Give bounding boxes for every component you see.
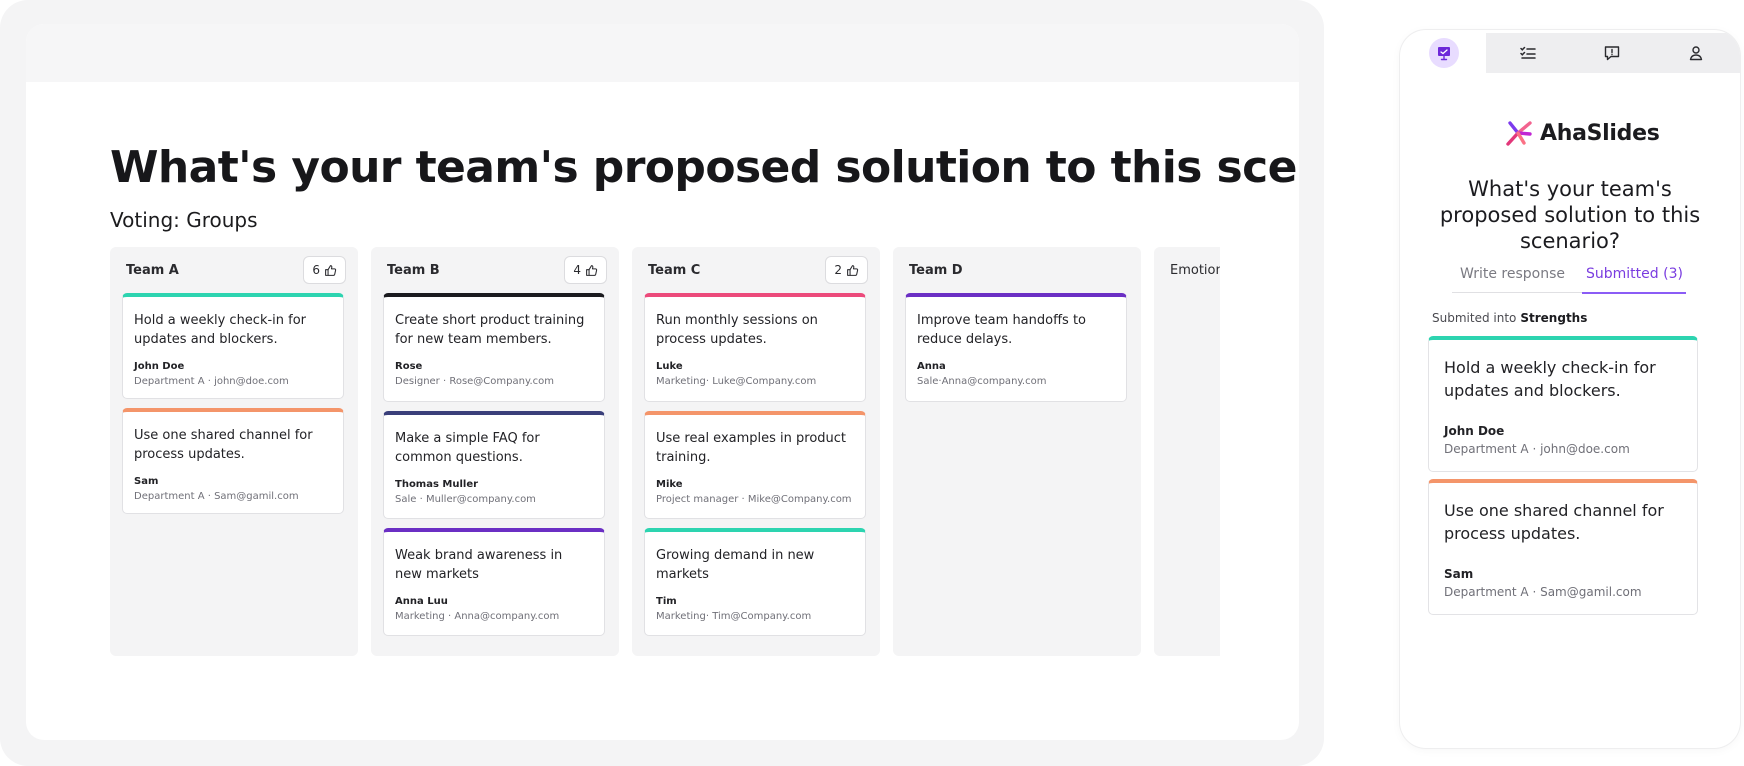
column-header: Team C 2	[632, 247, 880, 293]
column-title: Team C	[648, 263, 701, 278]
column-title: Team D	[909, 263, 963, 278]
column-emotion: Emotion	[1154, 247, 1220, 656]
idea-author-meta: Project manager · Mike@Company.com	[656, 494, 852, 505]
idea-card[interactable]: Create short product training for new te…	[383, 293, 605, 402]
idea-author: Mike	[656, 479, 683, 490]
idea-author: Sam	[134, 476, 159, 487]
column-header: Team A 6	[110, 247, 358, 293]
voting-mode-label: Voting: Groups	[110, 208, 258, 232]
checklist-icon	[1520, 46, 1536, 59]
thumbs-up-icon	[847, 264, 859, 276]
nav-presentation[interactable]	[1402, 33, 1486, 73]
idea-text: Create short product training for new te…	[395, 313, 585, 347]
vote-count: 2	[834, 263, 842, 277]
column-title: Team B	[387, 263, 440, 278]
idea-author: Anna	[917, 361, 946, 372]
active-tab-indicator	[1582, 292, 1686, 294]
idea-card[interactable]: Use real examples in product training. M…	[644, 411, 866, 519]
tab-submitted[interactable]: Submitted (3)	[1586, 266, 1683, 282]
idea-card[interactable]: Growing demand in new markets Tim Market…	[644, 528, 866, 636]
brand-name: AhaSlides	[1540, 120, 1660, 146]
question-title: What's your team's proposed solution to …	[1439, 177, 1701, 253]
column-header: Team D	[893, 247, 1141, 293]
idea-text: Use one shared channel for process updat…	[134, 428, 313, 462]
idea-author: Thomas Muller	[395, 479, 479, 490]
presenter-slide: What's your team's proposed solution to …	[26, 24, 1299, 740]
response-tabs: Write response Submitted (3)	[1452, 266, 1692, 296]
idea-text: Make a simple FAQ for common questions.	[395, 431, 540, 465]
idea-card[interactable]: Improve team handoffs to reduce delays. …	[905, 293, 1127, 402]
submitted-card-author: John Doe	[1444, 424, 1505, 438]
vote-count: 6	[312, 263, 320, 277]
idea-author-meta: Marketing· Tim@Company.com	[656, 611, 812, 622]
idea-card[interactable]: Use one shared channel for process updat…	[122, 408, 344, 514]
idea-text: Growing demand in new markets	[656, 548, 815, 582]
idea-author: Luke	[656, 361, 683, 372]
brand-logo: AhaSlides	[1504, 118, 1660, 148]
tab-write-response[interactable]: Write response	[1460, 266, 1565, 282]
idea-text: Run monthly sessions on process updates.	[656, 313, 818, 347]
vote-button[interactable]: 2	[825, 256, 868, 284]
submitted-card-meta: Department A · john@doe.com	[1444, 442, 1630, 456]
presenter-frame: What's your team's proposed solution to …	[0, 0, 1324, 766]
idea-text: Use real examples in product training.	[656, 431, 847, 465]
submitted-into-prefix: Submited into	[1432, 311, 1517, 325]
chat-icon	[1604, 46, 1620, 61]
idea-card[interactable]: Hold a weekly check-in for updates and b…	[122, 293, 344, 399]
column-header: Emotion	[1154, 247, 1220, 293]
idea-card[interactable]: Make a simple FAQ for common questions. …	[383, 411, 605, 519]
idea-author-meta: Sale · Muller@company.com	[395, 494, 536, 505]
submitted-card-text: Use one shared channel for process updat…	[1444, 501, 1664, 543]
idea-author-meta: Designer · Rose@Company.com	[395, 376, 554, 387]
ahaslides-logo-icon	[1506, 121, 1532, 146]
idea-text: Hold a weekly check-in for updates and b…	[134, 313, 307, 347]
idea-author: Anna Luu	[395, 596, 448, 607]
presentation-icon	[1438, 47, 1450, 61]
column-team-d: Team D Improve team handoffs to reduce d…	[893, 247, 1141, 656]
idea-card[interactable]: Run monthly sessions on process updates.…	[644, 293, 866, 402]
column-team-a: Team A 6 Hold a weekly check-in for upda…	[110, 247, 358, 656]
idea-author-meta: Marketing· Luke@Company.com	[656, 376, 817, 387]
submitted-card[interactable]: Use one shared channel for process updat…	[1428, 479, 1698, 615]
user-icon	[1689, 46, 1703, 61]
participant-phone: AhaSlides What's your team's proposed so…	[1400, 30, 1740, 748]
phone-nav-bar	[1400, 30, 1740, 75]
vote-count: 4	[573, 263, 581, 277]
idea-author-meta: Department A · john@doe.com	[134, 376, 289, 387]
submitted-card-meta: Department A · Sam@gamil.com	[1444, 585, 1642, 599]
idea-text: Improve team handoffs to reduce delays.	[917, 313, 1087, 347]
idea-author-meta: Marketing · Anna@company.com	[395, 611, 560, 622]
idea-author: Rose	[395, 361, 423, 372]
idea-author-meta: Department A · Sam@gamil.com	[134, 491, 299, 502]
submitted-card-author: Sam	[1444, 567, 1474, 581]
column-title: Team A	[126, 263, 179, 278]
column-team-b: Team B 4 Create short product training f…	[371, 247, 619, 656]
thumbs-up-icon	[586, 264, 598, 276]
slide-title: What's your team's proposed solution to …	[110, 142, 1299, 193]
slide-topbar	[26, 24, 1299, 82]
nav-chat[interactable]	[1570, 33, 1654, 73]
brainstorm-board: Team A 6 Hold a weekly check-in for upda…	[110, 247, 1220, 656]
idea-card[interactable]: Weak brand awareness in new markets Anna…	[383, 528, 605, 636]
column-header: Team B 4	[371, 247, 619, 293]
thumbs-up-icon	[325, 264, 337, 276]
column-title: Emotion	[1170, 263, 1220, 278]
nav-profile[interactable]	[1654, 33, 1738, 73]
vote-button[interactable]: 6	[303, 256, 346, 284]
idea-author-meta: Sale·Anna@company.com	[917, 376, 1047, 387]
idea-author: John Doe	[134, 361, 185, 372]
idea-text: Weak brand awareness in new markets	[395, 548, 563, 582]
vote-button[interactable]: 4	[564, 256, 607, 284]
nav-active-indicator	[1429, 38, 1459, 68]
submitted-card[interactable]: Hold a weekly check-in for updates and b…	[1428, 336, 1698, 472]
submitted-into-group: Strengths	[1520, 311, 1588, 325]
idea-author: Tim	[656, 596, 677, 607]
submitted-into-label: Submited into Strengths	[1432, 311, 1587, 325]
submitted-card-text: Hold a weekly check-in for updates and b…	[1444, 358, 1656, 400]
nav-tasks[interactable]	[1486, 33, 1570, 73]
column-team-c: Team C 2 Run monthly sessions on process…	[632, 247, 880, 656]
